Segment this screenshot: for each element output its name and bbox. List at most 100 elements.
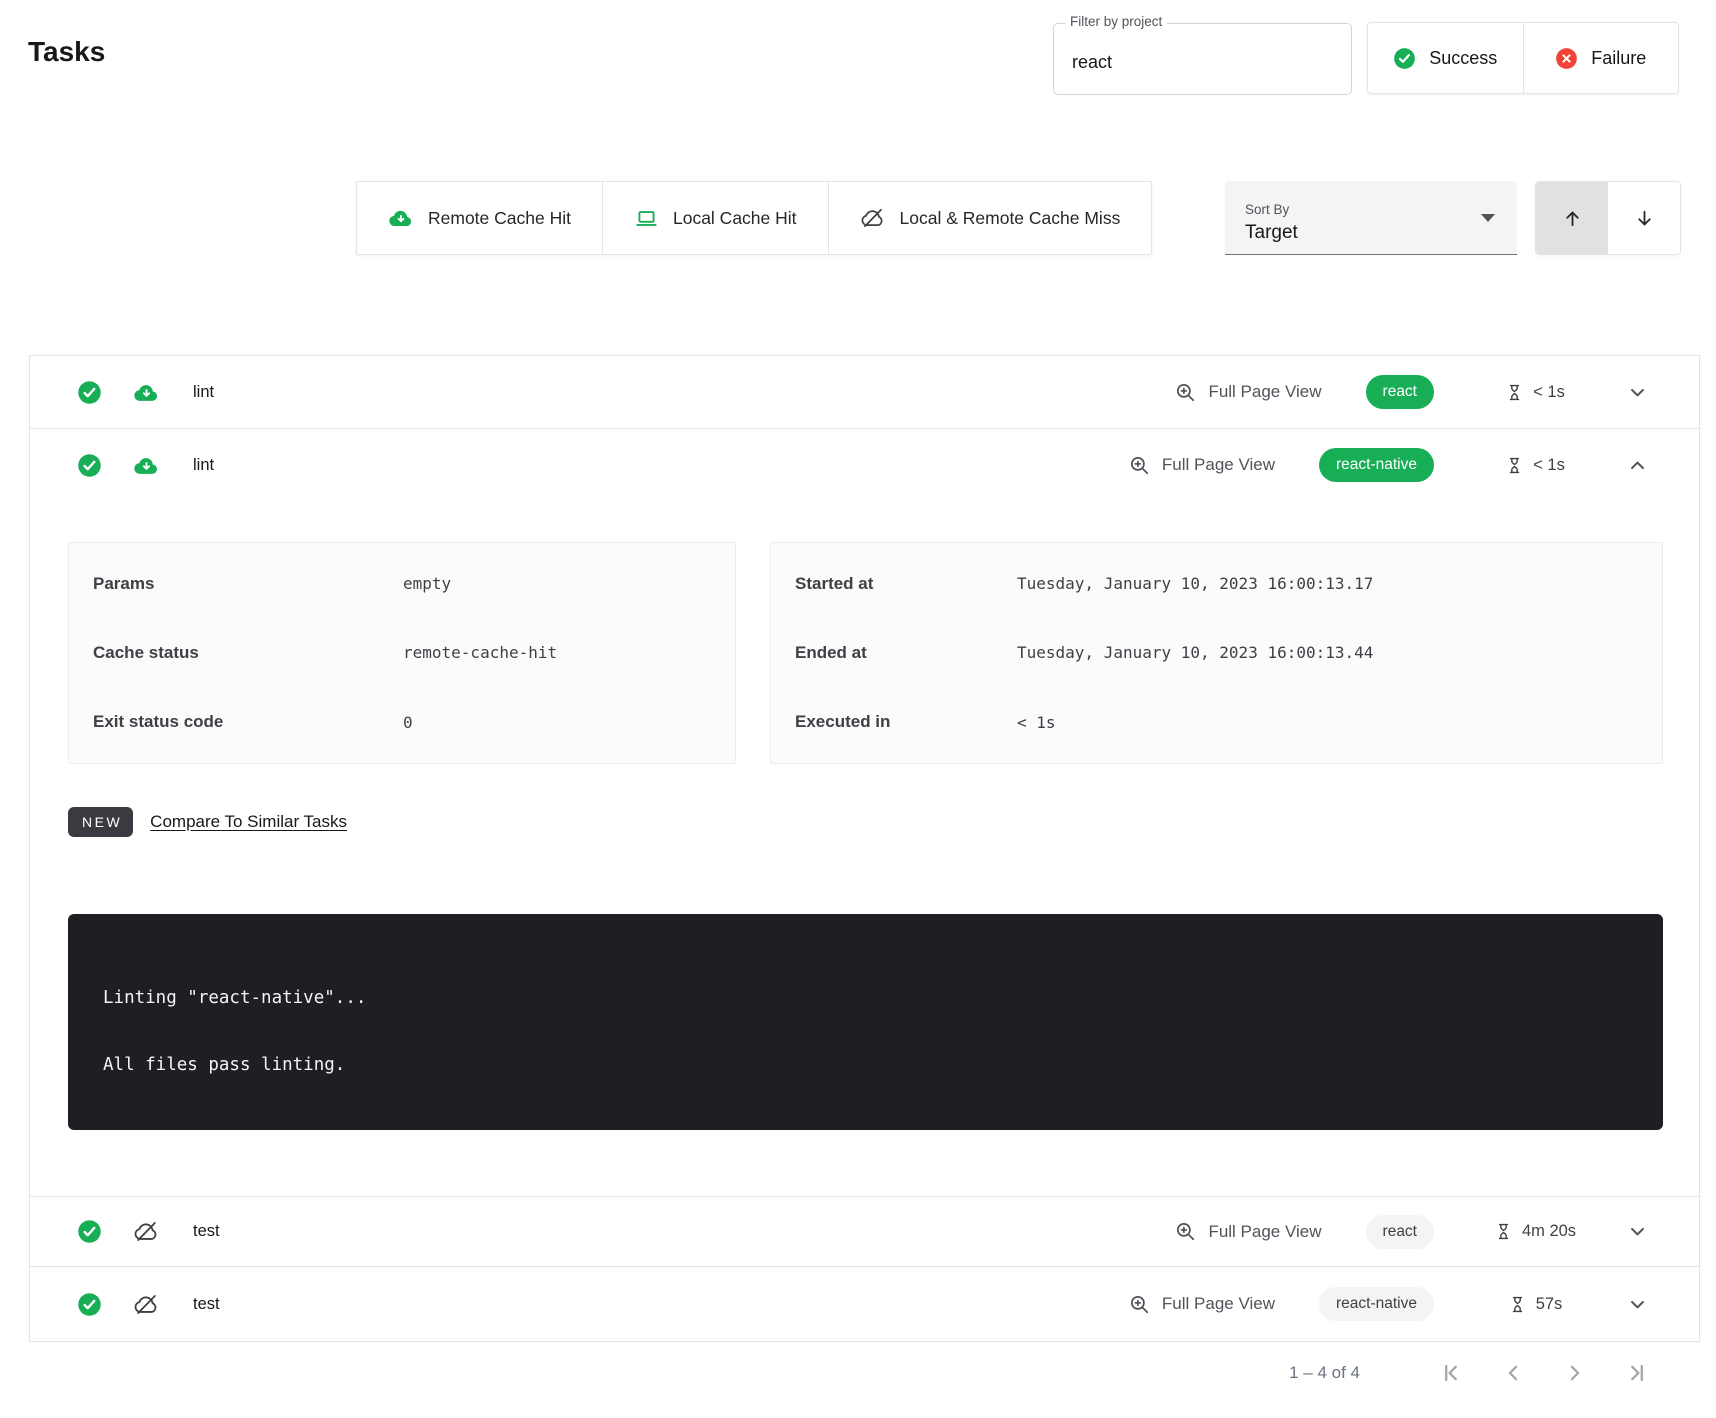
project-badge: react <box>1366 375 1434 409</box>
task-name: lint <box>193 383 214 402</box>
params-label: Params <box>93 574 403 594</box>
ended-at-value: Tuesday, January 10, 2023 16:00:13.44 <box>1017 643 1662 662</box>
status-success-icon <box>77 453 102 478</box>
project-badge: react-native <box>1319 448 1434 482</box>
status-filter-group: Success Failure <box>1367 22 1679 94</box>
full-page-view-link[interactable]: Full Page View <box>1174 1220 1321 1243</box>
page-title: Tasks <box>28 36 105 68</box>
zoom-in-icon <box>1174 381 1197 404</box>
arrow-down-icon <box>1633 207 1656 230</box>
laptop-icon <box>634 206 659 231</box>
hourglass-icon <box>1505 455 1524 476</box>
ended-at-label: Ended at <box>795 643 1017 663</box>
expand-row-button[interactable] <box>1626 381 1649 404</box>
project-filter-label: Filter by project <box>1065 14 1167 29</box>
full-page-view-label: Full Page View <box>1162 455 1275 475</box>
project-filter-input[interactable] <box>1070 51 1334 74</box>
project-badge: react <box>1366 1215 1434 1249</box>
detail-row: Cache status remote-cache-hit <box>69 643 735 663</box>
task-row-right: Full Page View react 4m 20s <box>1174 1215 1699 1249</box>
params-value: empty <box>403 574 735 593</box>
success-filter-label: Success <box>1429 48 1497 69</box>
chevron-down-icon <box>1626 381 1649 404</box>
new-badge: NEW <box>68 807 133 837</box>
full-page-view-link[interactable]: Full Page View <box>1128 1293 1275 1316</box>
cloud-download-icon <box>133 452 160 479</box>
local-cache-hit-label: Local Cache Hit <box>673 208 797 229</box>
full-page-view-label: Full Page View <box>1208 1222 1321 1242</box>
collapse-row-button[interactable] <box>1626 454 1649 477</box>
full-page-view-link[interactable]: Full Page View <box>1174 381 1321 404</box>
sort-by-label: Sort By <box>1245 202 1499 217</box>
local-cache-hit-filter[interactable]: Local Cache Hit <box>602 182 828 254</box>
detail-row: Exit status code 0 <box>69 712 735 732</box>
cache-filter-group: Remote Cache Hit Local Cache Hit Local &… <box>356 181 1152 255</box>
first-page-button[interactable] <box>1438 1360 1464 1386</box>
cache-miss-label: Local & Remote Cache Miss <box>900 208 1121 229</box>
project-badge: react-native <box>1319 1287 1434 1321</box>
expand-row-button[interactable] <box>1626 1220 1649 1243</box>
chevron-left-icon <box>1500 1360 1526 1386</box>
task-row[interactable]: lint Full Page View react < 1s <box>30 356 1699 428</box>
hourglass-icon <box>1508 1294 1527 1315</box>
last-page-button[interactable] <box>1624 1360 1650 1386</box>
executed-in-value: < 1s <box>1017 713 1662 732</box>
task-row[interactable]: lint Full Page View react-native < 1s <box>30 428 1699 501</box>
task-row-left: lint <box>30 379 214 406</box>
failure-filter-button[interactable]: Failure <box>1523 23 1679 93</box>
exit-code-label: Exit status code <box>93 712 403 732</box>
status-success-icon <box>77 1292 102 1317</box>
task-row-left: lint <box>30 452 214 479</box>
task-row-right: Full Page View react < 1s <box>1174 375 1699 409</box>
cloud-off-icon <box>133 1291 160 1318</box>
chevron-down-icon <box>1626 1220 1649 1243</box>
sort-by-select[interactable]: Sort By Target <box>1225 181 1517 255</box>
started-at-value: Tuesday, January 10, 2023 16:00:13.17 <box>1017 574 1662 593</box>
sort-ascending-button[interactable] <box>1536 182 1608 254</box>
task-row-right: Full Page View react-native 57s <box>1128 1287 1699 1321</box>
task-row-left: test <box>30 1291 220 1318</box>
tasks-page: Tasks Filter by project Success Failure … <box>0 0 1716 1418</box>
pagination: 1 – 4 of 4 <box>29 1360 1700 1386</box>
hourglass-icon <box>1494 1221 1513 1242</box>
cloud-off-icon <box>860 205 886 231</box>
zoom-in-icon <box>1128 454 1151 477</box>
arrow-up-icon <box>1561 207 1584 230</box>
cloud-download-icon <box>133 379 160 406</box>
task-row-left: test <box>30 1218 220 1245</box>
success-filter-button[interactable]: Success <box>1368 23 1523 93</box>
chevron-down-icon <box>1626 1293 1649 1316</box>
chevron-right-icon <box>1562 1360 1588 1386</box>
previous-page-button[interactable] <box>1500 1360 1526 1386</box>
task-row[interactable]: test Full Page View react 4m 20s <box>30 1196 1699 1266</box>
detail-row: Executed in < 1s <box>771 712 1662 732</box>
detail-panels: Params empty Cache status remote-cache-h… <box>68 542 1663 764</box>
sort-descending-button[interactable] <box>1608 182 1680 254</box>
sort-order-toggle <box>1535 181 1681 255</box>
x-circle-icon <box>1555 47 1578 70</box>
remote-cache-hit-filter[interactable]: Remote Cache Hit <box>357 182 602 254</box>
task-duration-label: < 1s <box>1533 456 1565 475</box>
next-page-button[interactable] <box>1562 1360 1588 1386</box>
task-duration: < 1s <box>1480 455 1590 476</box>
timing-panel: Started at Tuesday, January 10, 2023 16:… <box>770 542 1663 764</box>
task-duration: 4m 20s <box>1480 1221 1590 1242</box>
expand-row-button[interactable] <box>1626 1293 1649 1316</box>
cache-status-value: remote-cache-hit <box>403 643 735 662</box>
first-page-icon <box>1438 1360 1464 1386</box>
task-row[interactable]: test Full Page View react-native 57s <box>30 1266 1699 1341</box>
full-page-view-link[interactable]: Full Page View <box>1128 454 1275 477</box>
full-page-view-label: Full Page View <box>1208 382 1321 402</box>
status-success-icon <box>77 1219 102 1244</box>
task-duration-label: 4m 20s <box>1522 1222 1576 1241</box>
hourglass-icon <box>1505 382 1524 403</box>
failure-filter-label: Failure <box>1591 48 1646 69</box>
sort-by-value: Target <box>1245 222 1499 244</box>
last-page-icon <box>1624 1360 1650 1386</box>
task-duration: < 1s <box>1480 382 1590 403</box>
terminal-output: Linting "react-native"... All files pass… <box>68 914 1663 1130</box>
compare-to-similar-tasks-link[interactable]: Compare To Similar Tasks <box>150 812 347 832</box>
cache-status-label: Cache status <box>93 643 403 663</box>
cache-miss-filter[interactable]: Local & Remote Cache Miss <box>828 182 1152 254</box>
status-success-icon <box>77 380 102 405</box>
